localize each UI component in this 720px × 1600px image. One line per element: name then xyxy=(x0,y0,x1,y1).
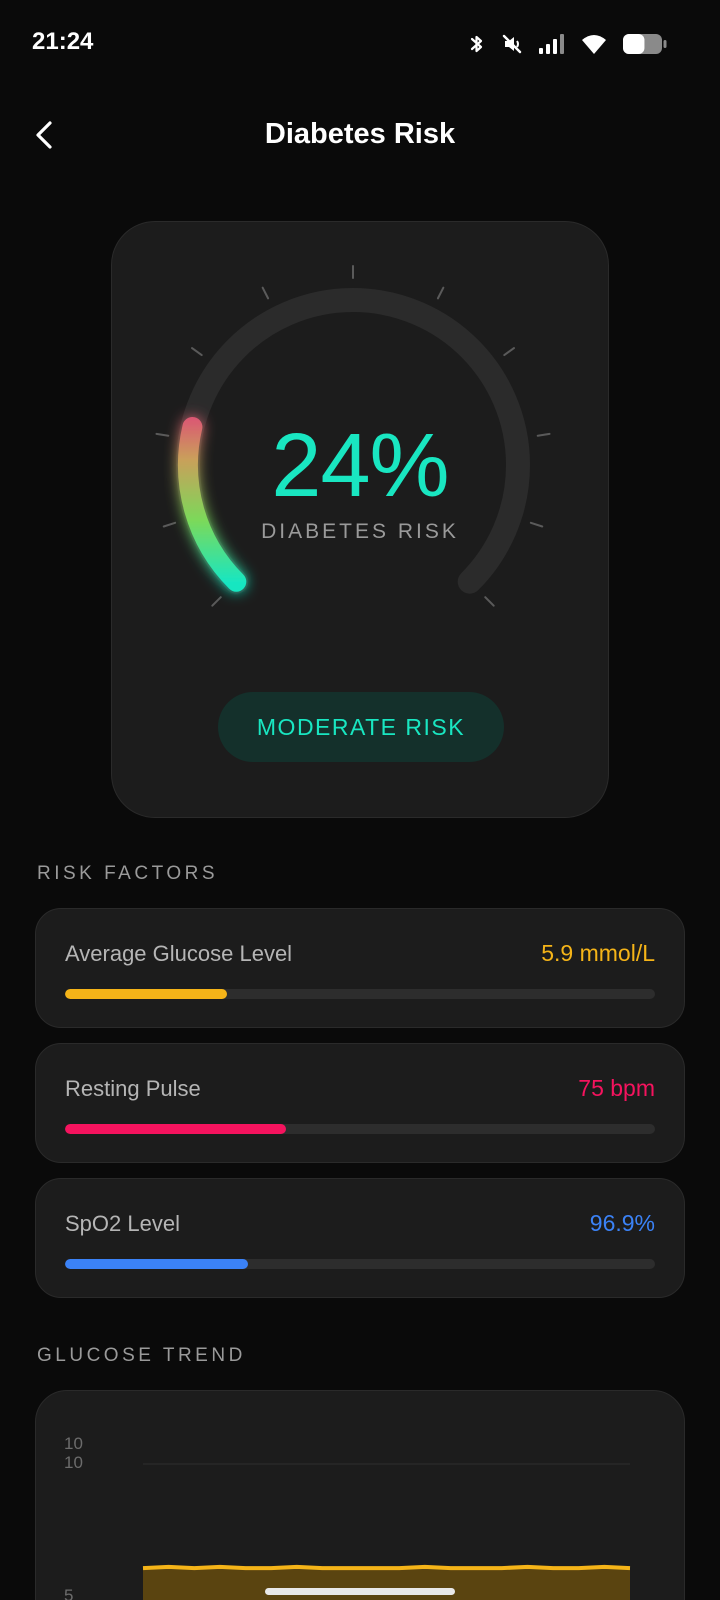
y-tick-label: 5 xyxy=(64,1586,73,1600)
bluetooth-icon xyxy=(468,32,486,56)
risk-label: DIABETES RISK xyxy=(261,520,459,543)
status-icons xyxy=(468,30,668,58)
mute-icon xyxy=(500,32,524,56)
gauge-tick xyxy=(261,286,270,300)
moderate-risk-badge[interactable]: MODERATE RISK xyxy=(218,692,504,762)
gauge-tick xyxy=(503,347,515,357)
risk-gauge-card: 24% DIABETES RISK MODERATE RISK xyxy=(111,221,609,818)
factor-card-pulse[interactable]: Resting Pulse 75 bpm xyxy=(35,1043,685,1163)
battery-icon xyxy=(622,32,668,56)
factor-value: 96.9% xyxy=(589,1210,655,1236)
y-tick-label: 10 xyxy=(64,1434,83,1453)
gauge-tick xyxy=(191,347,203,357)
status-bar: 21:24 xyxy=(0,0,720,90)
factor-progress-fill xyxy=(65,1124,287,1134)
home-indicator[interactable] xyxy=(265,1588,455,1595)
signal-icon xyxy=(538,32,566,56)
glucose-trend-card: 10 10 5 xyxy=(35,1390,685,1600)
gauge-tick xyxy=(436,286,445,300)
diabetes-risk-screen: 21:24 Diabetes Risk 24% DIABETES RISK MO… xyxy=(0,0,720,1600)
glucose-trend-chart: 10 10 5 xyxy=(64,1434,631,1600)
gauge-tick xyxy=(484,596,495,607)
gauge-tick xyxy=(211,596,222,607)
wifi-icon xyxy=(580,32,608,56)
factor-card-spo2[interactable]: SpO2 Level 96.9% xyxy=(35,1178,685,1298)
factor-label: Average Glucose Level xyxy=(65,941,293,966)
risk-factors-heading: RISK FACTORS xyxy=(37,863,219,884)
status-time: 21:24 xyxy=(32,28,94,55)
factor-progress-track xyxy=(65,1124,655,1134)
factor-progress-track xyxy=(65,1259,655,1269)
app-header: Diabetes Risk xyxy=(0,100,720,176)
factor-progress-fill xyxy=(65,1259,248,1269)
glucose-trend-heading: GLUCOSE TREND xyxy=(37,1345,246,1366)
factor-label: Resting Pulse xyxy=(65,1076,201,1101)
page-title: Diabetes Risk xyxy=(264,118,456,150)
factor-label: SpO2 Level xyxy=(65,1211,180,1236)
glucose-area-fill xyxy=(143,1566,630,1600)
factor-card-glucose[interactable]: Average Glucose Level 5.9 mmol/L xyxy=(35,908,685,1028)
factor-value: 5.9 mmol/L xyxy=(541,940,655,966)
factor-progress-track xyxy=(65,989,655,999)
factor-value: 75 bpm xyxy=(578,1075,655,1101)
factor-progress-fill xyxy=(65,989,228,999)
y-tick-label: 10 xyxy=(64,1453,83,1472)
glucose-series-line xyxy=(142,1564,631,1571)
risk-percentage: 24% xyxy=(271,416,449,516)
